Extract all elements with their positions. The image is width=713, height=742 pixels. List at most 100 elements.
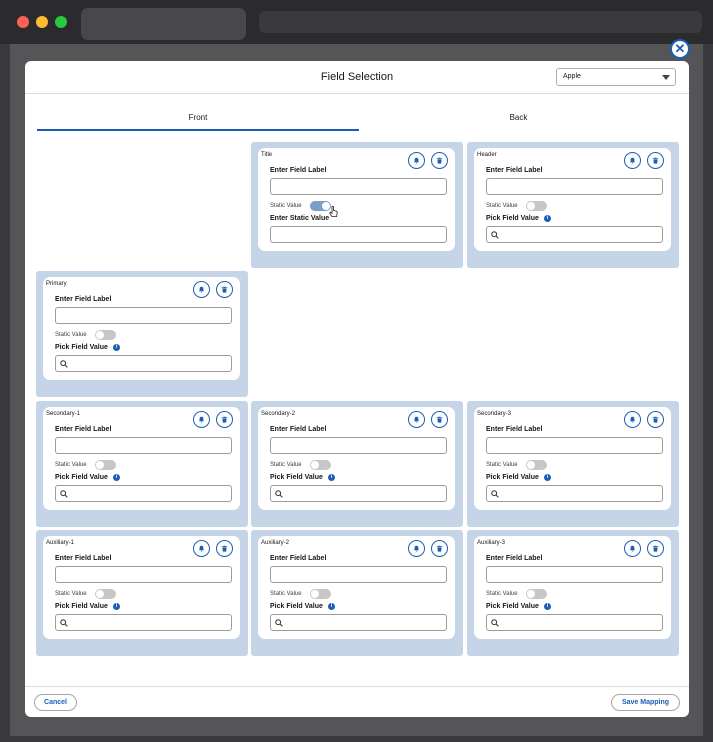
modal-footer: Cancel Save Mapping bbox=[25, 686, 689, 717]
field-label-input[interactable] bbox=[486, 178, 663, 195]
info-icon[interactable]: i bbox=[327, 603, 335, 610]
info-icon[interactable]: i bbox=[327, 474, 335, 481]
delete-button[interactable] bbox=[431, 411, 448, 428]
delete-button[interactable] bbox=[647, 152, 664, 169]
field-label-input[interactable] bbox=[55, 307, 232, 324]
search-icon bbox=[60, 619, 68, 627]
delete-button[interactable] bbox=[647, 540, 664, 557]
pick-field-search-input[interactable] bbox=[55, 614, 232, 631]
bell-button[interactable] bbox=[408, 411, 425, 428]
delete-button[interactable] bbox=[431, 540, 448, 557]
field-label-input[interactable] bbox=[486, 437, 663, 454]
cancel-button[interactable]: Cancel bbox=[34, 694, 77, 711]
field-slot-header: Header Enter Field Label Static Value Pi… bbox=[467, 142, 679, 268]
value-caption-text: Pick Field Value bbox=[486, 603, 539, 610]
pick-field-search-input[interactable] bbox=[55, 355, 232, 372]
delete-button[interactable] bbox=[431, 152, 448, 169]
value-caption-text: Pick Field Value bbox=[55, 603, 108, 610]
value-caption: Pick Field Value i bbox=[55, 474, 120, 481]
static-value-toggle[interactable] bbox=[95, 589, 116, 599]
info-icon[interactable]: i bbox=[543, 215, 551, 222]
info-icon[interactable]: i bbox=[543, 474, 551, 481]
field-label-input[interactable] bbox=[486, 566, 663, 583]
delete-button[interactable] bbox=[216, 281, 233, 298]
field-label-caption: Enter Field Label bbox=[270, 555, 327, 562]
static-value-toggle[interactable] bbox=[95, 330, 116, 340]
field-label-input[interactable] bbox=[270, 437, 447, 454]
static-value-toggle[interactable] bbox=[95, 460, 116, 470]
field-label-input[interactable] bbox=[270, 178, 447, 195]
static-value-caption: Static Value bbox=[55, 591, 87, 597]
window-zoom-dot[interactable] bbox=[55, 16, 67, 28]
save-mapping-button[interactable]: Save Mapping bbox=[611, 694, 680, 711]
info-icon[interactable]: i bbox=[112, 474, 120, 481]
field-selection-modal: Field Selection Apple Front Back Title E… bbox=[25, 61, 689, 717]
static-value-toggle[interactable] bbox=[310, 201, 331, 211]
pick-field-search-input[interactable] bbox=[486, 614, 663, 631]
bell-icon bbox=[629, 157, 636, 164]
bell-button[interactable] bbox=[193, 411, 210, 428]
hand-pointer-icon bbox=[329, 206, 338, 217]
template-select[interactable]: Apple bbox=[556, 68, 676, 86]
static-value-toggle[interactable] bbox=[310, 460, 331, 470]
browser-tab[interactable] bbox=[81, 8, 246, 40]
slot-name: Header bbox=[477, 152, 497, 158]
delete-button[interactable] bbox=[216, 540, 233, 557]
delete-button[interactable] bbox=[647, 411, 664, 428]
field-slot-auxiliary-1: Auxiliary-1 Enter Field Label Static Val… bbox=[36, 530, 248, 656]
static-value-input[interactable] bbox=[270, 226, 447, 243]
bell-button[interactable] bbox=[408, 540, 425, 557]
pick-field-search-input[interactable] bbox=[55, 485, 232, 502]
chevron-down-icon bbox=[662, 75, 670, 80]
static-value-caption: Static Value bbox=[270, 591, 302, 597]
slot-name: Auxiliary-2 bbox=[261, 540, 290, 546]
pick-field-search-input[interactable] bbox=[486, 485, 663, 502]
value-caption: Enter Static Value bbox=[270, 215, 329, 222]
field-label-caption: Enter Field Label bbox=[55, 426, 112, 433]
field-label-input[interactable] bbox=[55, 566, 232, 583]
bell-button[interactable] bbox=[408, 152, 425, 169]
static-value-toggle[interactable] bbox=[310, 589, 331, 599]
static-value-caption: Static Value bbox=[486, 462, 518, 468]
bell-icon bbox=[629, 416, 636, 423]
value-caption-text: Pick Field Value bbox=[270, 603, 323, 610]
bell-button[interactable] bbox=[624, 540, 641, 557]
trash-icon bbox=[436, 416, 443, 423]
info-icon[interactable]: i bbox=[112, 603, 120, 610]
search-icon bbox=[275, 490, 283, 498]
static-value-toggle[interactable] bbox=[526, 460, 547, 470]
field-slot-primary: Primary Enter Field Label Static Value P… bbox=[36, 271, 248, 397]
field-label-caption: Enter Field Label bbox=[55, 296, 112, 303]
modal-header: Field Selection Apple bbox=[25, 61, 689, 94]
bell-button[interactable] bbox=[193, 540, 210, 557]
bell-button[interactable] bbox=[624, 152, 641, 169]
address-bar[interactable] bbox=[259, 11, 702, 33]
bell-button[interactable] bbox=[624, 411, 641, 428]
field-card: Auxiliary-2 Enter Field Label Static Val… bbox=[258, 536, 455, 639]
window-close-dot[interactable] bbox=[17, 16, 29, 28]
search-icon bbox=[60, 490, 68, 498]
modal-close-button[interactable]: ✕ bbox=[670, 39, 690, 59]
field-card: Secondary-3 Enter Field Label Static Val… bbox=[474, 407, 671, 510]
info-icon[interactable]: i bbox=[543, 603, 551, 610]
delete-button[interactable] bbox=[216, 411, 233, 428]
pick-field-search-input[interactable] bbox=[270, 485, 447, 502]
pick-field-search-input[interactable] bbox=[486, 226, 663, 243]
static-value-toggle[interactable] bbox=[526, 589, 547, 599]
pick-field-search-input[interactable] bbox=[270, 614, 447, 631]
value-caption: Pick Field Value i bbox=[486, 603, 551, 610]
search-icon bbox=[275, 619, 283, 627]
window-minimize-dot[interactable] bbox=[36, 16, 48, 28]
tab-back[interactable]: Back bbox=[360, 113, 677, 131]
field-label-input[interactable] bbox=[270, 566, 447, 583]
static-value-toggle[interactable] bbox=[526, 201, 547, 211]
search-icon bbox=[60, 360, 68, 368]
value-caption-text: Pick Field Value bbox=[55, 474, 108, 481]
info-icon[interactable]: i bbox=[112, 344, 120, 351]
value-caption: Pick Field Value i bbox=[270, 603, 335, 610]
tab-front[interactable]: Front bbox=[37, 113, 359, 131]
field-card: Auxiliary-1 Enter Field Label Static Val… bbox=[43, 536, 240, 639]
bell-button[interactable] bbox=[193, 281, 210, 298]
trash-icon bbox=[652, 416, 659, 423]
field-label-input[interactable] bbox=[55, 437, 232, 454]
